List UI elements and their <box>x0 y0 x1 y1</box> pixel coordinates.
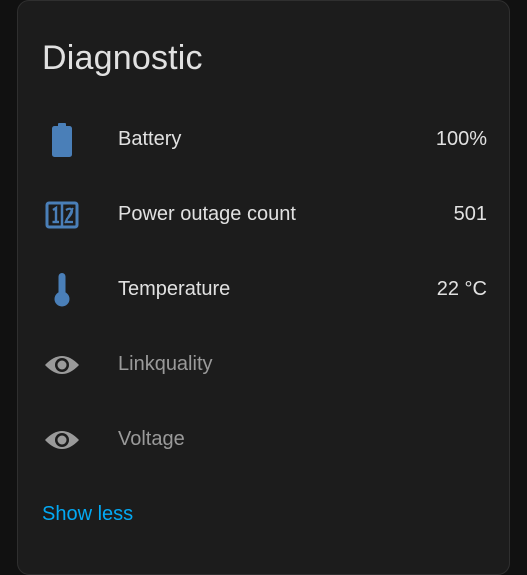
eye-icon <box>42 420 82 460</box>
entity-row-battery[interactable]: Battery 100% <box>18 102 511 177</box>
eye-icon <box>42 345 82 385</box>
counter-icon <box>42 195 82 235</box>
entity-label: Linkquality <box>118 353 213 375</box>
entity-label: Battery <box>118 128 182 150</box>
entity-value: 100% <box>435 128 487 150</box>
entity-row-linkquality[interactable]: Linkquality <box>18 327 511 402</box>
diagnostic-card: Diagnostic Battery 100% Power outage cou… <box>17 0 510 575</box>
card-title: Diagnostic <box>42 39 203 77</box>
entity-label: Voltage <box>118 428 185 450</box>
show-less-button[interactable]: Show less <box>42 503 133 526</box>
battery-icon <box>42 120 82 160</box>
entity-label: Temperature <box>118 278 231 300</box>
entity-value: 501 <box>453 203 487 225</box>
entity-row-voltage[interactable]: Voltage <box>18 402 511 477</box>
entity-row-temperature[interactable]: Temperature 22 °C <box>18 252 511 327</box>
entity-label: Power outage count <box>118 203 296 225</box>
thermometer-icon <box>42 270 82 310</box>
entity-value: 22 °C <box>436 278 487 300</box>
entity-row-power-outage-count[interactable]: Power outage count 501 <box>18 177 511 252</box>
